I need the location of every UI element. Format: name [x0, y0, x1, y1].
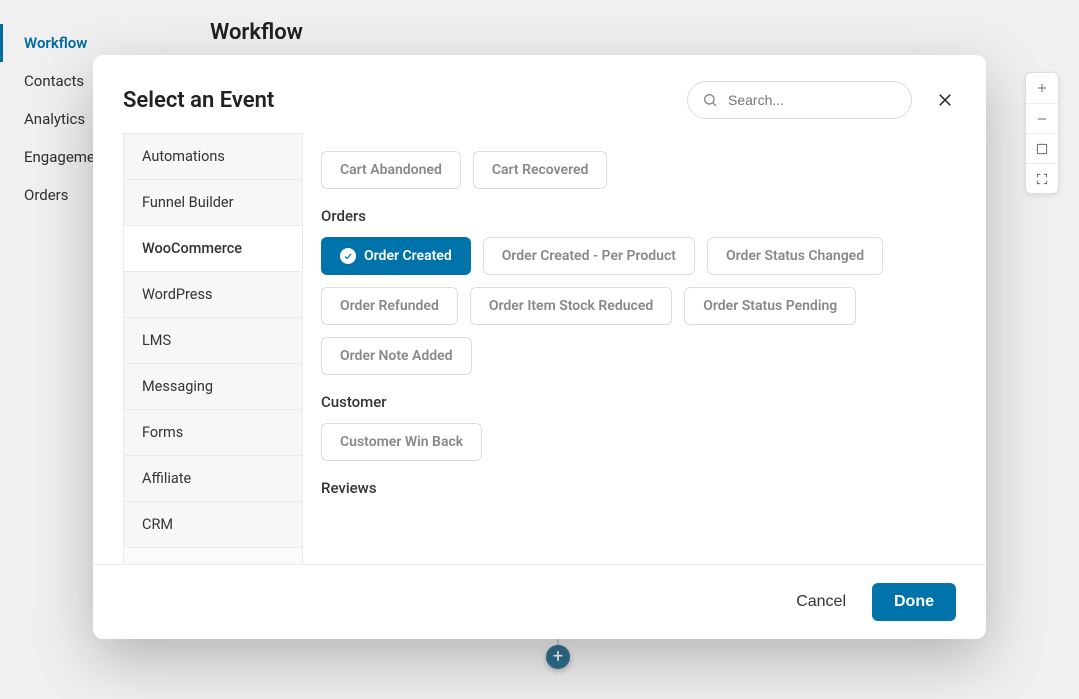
check-icon	[340, 248, 356, 264]
fit-screen-button[interactable]	[1026, 133, 1058, 163]
zoom-in-button[interactable]	[1026, 73, 1058, 103]
search-icon	[702, 92, 718, 108]
modal-title: Select an Event	[123, 88, 274, 113]
section-customer-title: Customer	[321, 393, 946, 411]
event-order-status-changed[interactable]: Order Status Changed	[707, 237, 883, 275]
event-customer-win-back[interactable]: Customer Win Back	[321, 423, 482, 461]
event-order-created-label: Order Created	[364, 248, 452, 264]
event-order-created[interactable]: Order Created	[321, 237, 471, 275]
cancel-button[interactable]: Cancel	[796, 593, 846, 611]
cat-wordpress[interactable]: WordPress	[124, 272, 302, 318]
expand-icon	[1035, 172, 1049, 186]
event-order-created-per-product[interactable]: Order Created - Per Product	[483, 237, 695, 275]
cat-woocommerce[interactable]: WooCommerce	[124, 226, 302, 272]
cat-lms[interactable]: LMS	[124, 318, 302, 364]
category-sidebar: Automations Funnel Builder WooCommerce W…	[123, 133, 303, 564]
event-order-refunded[interactable]: Order Refunded	[321, 287, 458, 325]
zoom-toolbar	[1025, 72, 1059, 194]
event-cart-recovered[interactable]: Cart Recovered	[473, 151, 608, 189]
cat-crm[interactable]: CRM	[124, 502, 302, 548]
select-event-modal: Select an Event Automations Funnel Build…	[93, 55, 986, 639]
done-button[interactable]: Done	[872, 583, 956, 621]
event-cart-abandoned[interactable]: Cart Abandoned	[321, 151, 461, 189]
fit-icon	[1035, 142, 1049, 156]
event-order-note-added[interactable]: Order Note Added	[321, 337, 472, 375]
cat-automations[interactable]: Automations	[124, 134, 302, 180]
plus-icon	[1035, 81, 1049, 95]
modal-header: Select an Event	[93, 55, 986, 133]
section-reviews-title: Reviews	[321, 479, 946, 497]
zoom-out-button[interactable]	[1026, 103, 1058, 133]
minus-icon	[1035, 112, 1049, 126]
search-field[interactable]	[687, 81, 912, 119]
fullscreen-button[interactable]	[1026, 163, 1058, 193]
event-panel[interactable]: Cart Abandoned Cart Recovered Orders Ord…	[303, 133, 974, 564]
section-orders-title: Orders	[321, 207, 946, 225]
close-icon	[936, 91, 954, 109]
event-order-item-stock-reduced[interactable]: Order Item Stock Reduced	[470, 287, 672, 325]
search-input[interactable]	[728, 92, 897, 108]
add-node-button[interactable]: +	[546, 645, 570, 669]
close-button[interactable]	[934, 89, 956, 111]
event-order-status-pending[interactable]: Order Status Pending	[684, 287, 856, 325]
cat-funnel-builder[interactable]: Funnel Builder	[124, 180, 302, 226]
cat-affiliate[interactable]: Affiliate	[124, 456, 302, 502]
cat-forms[interactable]: Forms	[124, 410, 302, 456]
cat-messaging[interactable]: Messaging	[124, 364, 302, 410]
modal-footer: Cancel Done	[93, 564, 986, 639]
